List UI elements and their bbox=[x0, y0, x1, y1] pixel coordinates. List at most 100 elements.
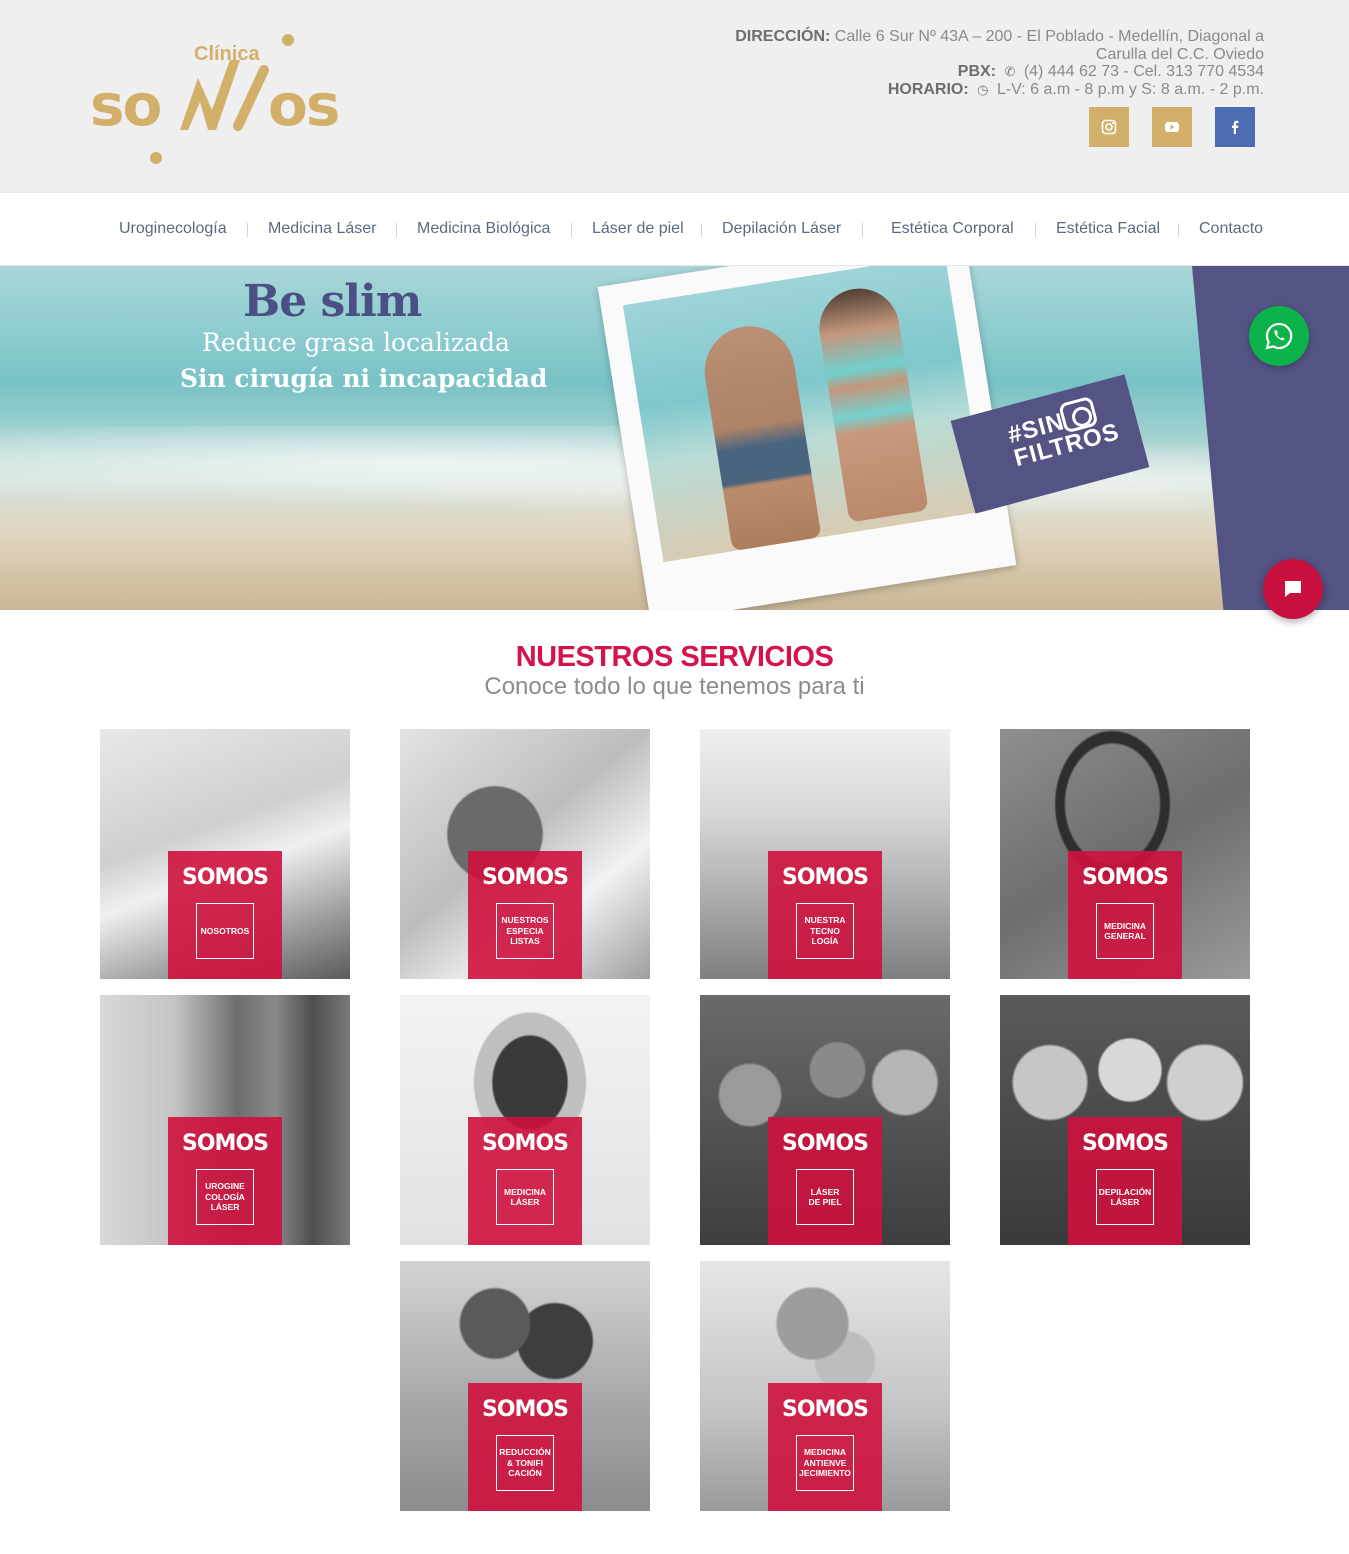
card-label: NUESTROS ESPECIA LISTAS bbox=[501, 915, 549, 947]
card-label: MEDICINA GENERAL bbox=[1103, 920, 1147, 942]
instagram-button[interactable] bbox=[1089, 107, 1129, 147]
facebook-button[interactable] bbox=[1215, 107, 1255, 147]
card-label-box: DEPILACIÓN LÁSER bbox=[1096, 1169, 1154, 1225]
hero-banner[interactable]: Be slim Reduce grasa localizada Sin ciru… bbox=[0, 266, 1349, 610]
address-label: DIRECCIÓN: bbox=[735, 28, 831, 45]
service-card-tecnologia[interactable]: SOMOS NUESTRA TECNO LOGÍA bbox=[700, 729, 950, 979]
card-label: MEDICINA ANTIENVE JECIMIENTO bbox=[799, 1447, 851, 1479]
clinic-logo[interactable]: Clínica so os bbox=[88, 30, 358, 170]
card-overlay: SOMOS LÁSER DE PIEL bbox=[768, 1117, 882, 1245]
card-overlay: SOMOS UROGINE COLOGÍA LÁSER bbox=[168, 1117, 282, 1245]
contact-info: DIRECCIÓN: Calle 6 Sur Nº 43A – 200 - El… bbox=[664, 28, 1264, 98]
man-figure bbox=[698, 319, 822, 552]
service-card-nosotros[interactable]: SOMOS NOSOTROS bbox=[100, 729, 350, 979]
nav-item-medicina-biologica[interactable]: Medicina Biológica bbox=[417, 220, 550, 238]
card-somos-logo: SOMOS bbox=[1082, 865, 1169, 890]
card-somos-logo: SOMOS bbox=[182, 1131, 269, 1156]
hero-title: Be slim bbox=[243, 276, 422, 327]
service-card-depilacion-laser[interactable]: SOMOS DEPILACIÓN LÁSER bbox=[1000, 995, 1250, 1245]
card-label: NUESTRA TECNO LOGÍA bbox=[804, 915, 846, 947]
service-card-reduccion-tonificacion[interactable]: SOMOS REDUCCIÓN & TONIFI CACIÓN bbox=[400, 1261, 650, 1511]
card-overlay: SOMOS MEDICINA GENERAL bbox=[1068, 851, 1182, 979]
card-somos-logo: SOMOS bbox=[482, 1397, 569, 1422]
phone-text[interactable]: (4) 444 62 73 - Cel. 313 770 4534 bbox=[1024, 63, 1264, 80]
card-somos-logo: SOMOS bbox=[782, 1397, 869, 1422]
nav-item-medicina-laser[interactable]: Medicina Láser bbox=[268, 220, 377, 238]
card-somos-logo: SOMOS bbox=[182, 865, 269, 890]
card-overlay: SOMOS NUESTROS ESPECIA LISTAS bbox=[468, 851, 582, 979]
card-label: UROGINE COLOGÍA LÁSER bbox=[205, 1181, 245, 1213]
phone-line: PBX: ✆ (4) 444 62 73 - Cel. 313 770 4534 bbox=[664, 63, 1264, 81]
facebook-icon bbox=[1232, 120, 1239, 134]
card-label-box: REDUCCIÓN & TONIFI CACIÓN bbox=[496, 1435, 554, 1491]
logo-prefix: Clínica bbox=[194, 43, 260, 65]
card-label-box: UROGINE COLOGÍA LÁSER bbox=[196, 1169, 254, 1225]
address-line: DIRECCIÓN: Calle 6 Sur Nº 43A – 200 - El… bbox=[664, 28, 1264, 46]
card-label: LÁSER DE PIEL bbox=[808, 1186, 842, 1208]
service-card-medicina-laser[interactable]: SOMOS MEDICINA LÁSER bbox=[400, 995, 650, 1245]
card-label: MEDICINA LÁSER bbox=[503, 1186, 547, 1208]
service-card-especialistas[interactable]: SOMOS NUESTROS ESPECIA LISTAS bbox=[400, 729, 650, 979]
nav-item-contacto[interactable]: Contacto bbox=[1199, 220, 1263, 238]
svg-text:os: os bbox=[268, 71, 338, 139]
nav-item-uroginecologia[interactable]: Uroginecología bbox=[119, 220, 227, 238]
hours-text: L-V: 6 a.m - 8 p.m y S: 8 a.m. - 2 p.m. bbox=[996, 80, 1264, 98]
nav-divider bbox=[701, 223, 702, 237]
card-somos-logo: SOMOS bbox=[482, 1131, 569, 1156]
service-card-uroginecologia-laser[interactable]: SOMOS UROGINE COLOGÍA LÁSER bbox=[100, 995, 350, 1245]
hero-subtitle: Reduce grasa localizada bbox=[202, 328, 510, 357]
service-card-medicina-general[interactable]: SOMOS MEDICINA GENERAL bbox=[1000, 729, 1250, 979]
nav-divider bbox=[396, 223, 397, 237]
couple-beach-image bbox=[622, 266, 986, 563]
hours-label: HORARIO: bbox=[887, 80, 969, 98]
clock-icon: ◷ bbox=[977, 81, 989, 97]
site-header: Clínica so os DIRECCIÓN: Calle 6 Sur Nº … bbox=[0, 0, 1349, 192]
address-line-2: Carulla del C.C. Oviedo bbox=[1095, 45, 1264, 63]
card-label-box: MEDICINA LÁSER bbox=[496, 1169, 554, 1225]
card-label-box: NUESTROS ESPECIA LISTAS bbox=[496, 903, 554, 959]
whatsapp-icon bbox=[1265, 322, 1293, 350]
youtube-button[interactable] bbox=[1152, 107, 1192, 147]
phone-label: PBX: bbox=[957, 63, 997, 80]
chat-button[interactable] bbox=[1263, 559, 1323, 619]
nav-divider bbox=[1178, 223, 1179, 237]
social-links bbox=[1089, 107, 1255, 147]
card-label: NOSOTROS bbox=[200, 925, 250, 936]
card-label: DEPILACIÓN LÁSER bbox=[1098, 1186, 1152, 1208]
card-label-box: NUESTRA TECNO LOGÍA bbox=[796, 903, 854, 959]
card-label-box: MEDICINA ANTIENVE JECIMIENTO bbox=[796, 1435, 854, 1491]
service-card-laser-de-piel[interactable]: SOMOS LÁSER DE PIEL bbox=[700, 995, 950, 1245]
somos-logo-icon: Clínica so os bbox=[90, 34, 340, 164]
instagram-icon bbox=[1101, 119, 1117, 135]
nav-item-estetica-corporal[interactable]: Estética Corporal bbox=[891, 220, 1014, 238]
main-nav: Uroginecología Medicina Láser Medicina B… bbox=[0, 192, 1349, 266]
card-somos-logo: SOMOS bbox=[782, 1131, 869, 1156]
youtube-icon bbox=[1165, 122, 1179, 132]
card-overlay: SOMOS MEDICINA ANTIENVE JECIMIENTO bbox=[768, 1383, 882, 1511]
phone-icon: ✆ bbox=[1004, 64, 1016, 79]
card-somos-logo: SOMOS bbox=[1082, 1131, 1169, 1156]
svg-text:so: so bbox=[90, 71, 161, 139]
hours-line: HORARIO: ◷ L-V: 6 a.m - 8 p.m y S: 8 a.m… bbox=[664, 81, 1264, 99]
card-overlay: SOMOS REDUCCIÓN & TONIFI CACIÓN bbox=[468, 1383, 582, 1511]
whatsapp-button[interactable] bbox=[1249, 306, 1309, 366]
hero-tagline: Sin cirugía ni incapacidad bbox=[180, 364, 548, 393]
nav-item-laser-de-piel[interactable]: Láser de piel bbox=[592, 220, 684, 238]
service-card-medicina-antienvejecimiento[interactable]: SOMOS MEDICINA ANTIENVE JECIMIENTO bbox=[700, 1261, 950, 1511]
nav-item-depilacion-laser[interactable]: Depilación Láser bbox=[722, 220, 841, 238]
nav-divider bbox=[1035, 223, 1036, 237]
services-subtitle: Conoce todo lo que tenemos para ti bbox=[484, 673, 865, 700]
nav-item-estetica-facial[interactable]: Estética Facial bbox=[1056, 220, 1160, 238]
card-overlay: SOMOS NUESTRA TECNO LOGÍA bbox=[768, 851, 882, 979]
chat-bubble-icon bbox=[1285, 581, 1301, 597]
card-label-box: MEDICINA GENERAL bbox=[1096, 903, 1154, 959]
nav-divider bbox=[571, 223, 572, 237]
card-label-box: LÁSER DE PIEL bbox=[796, 1169, 854, 1225]
card-overlay: SOMOS NOSOTROS bbox=[168, 851, 282, 979]
nav-divider bbox=[862, 223, 863, 237]
woman-figure bbox=[813, 282, 929, 523]
card-label-box: NOSOTROS bbox=[196, 903, 254, 959]
card-somos-logo: SOMOS bbox=[482, 865, 569, 890]
card-overlay: SOMOS DEPILACIÓN LÁSER bbox=[1068, 1117, 1182, 1245]
card-overlay: SOMOS MEDICINA LÁSER bbox=[468, 1117, 582, 1245]
